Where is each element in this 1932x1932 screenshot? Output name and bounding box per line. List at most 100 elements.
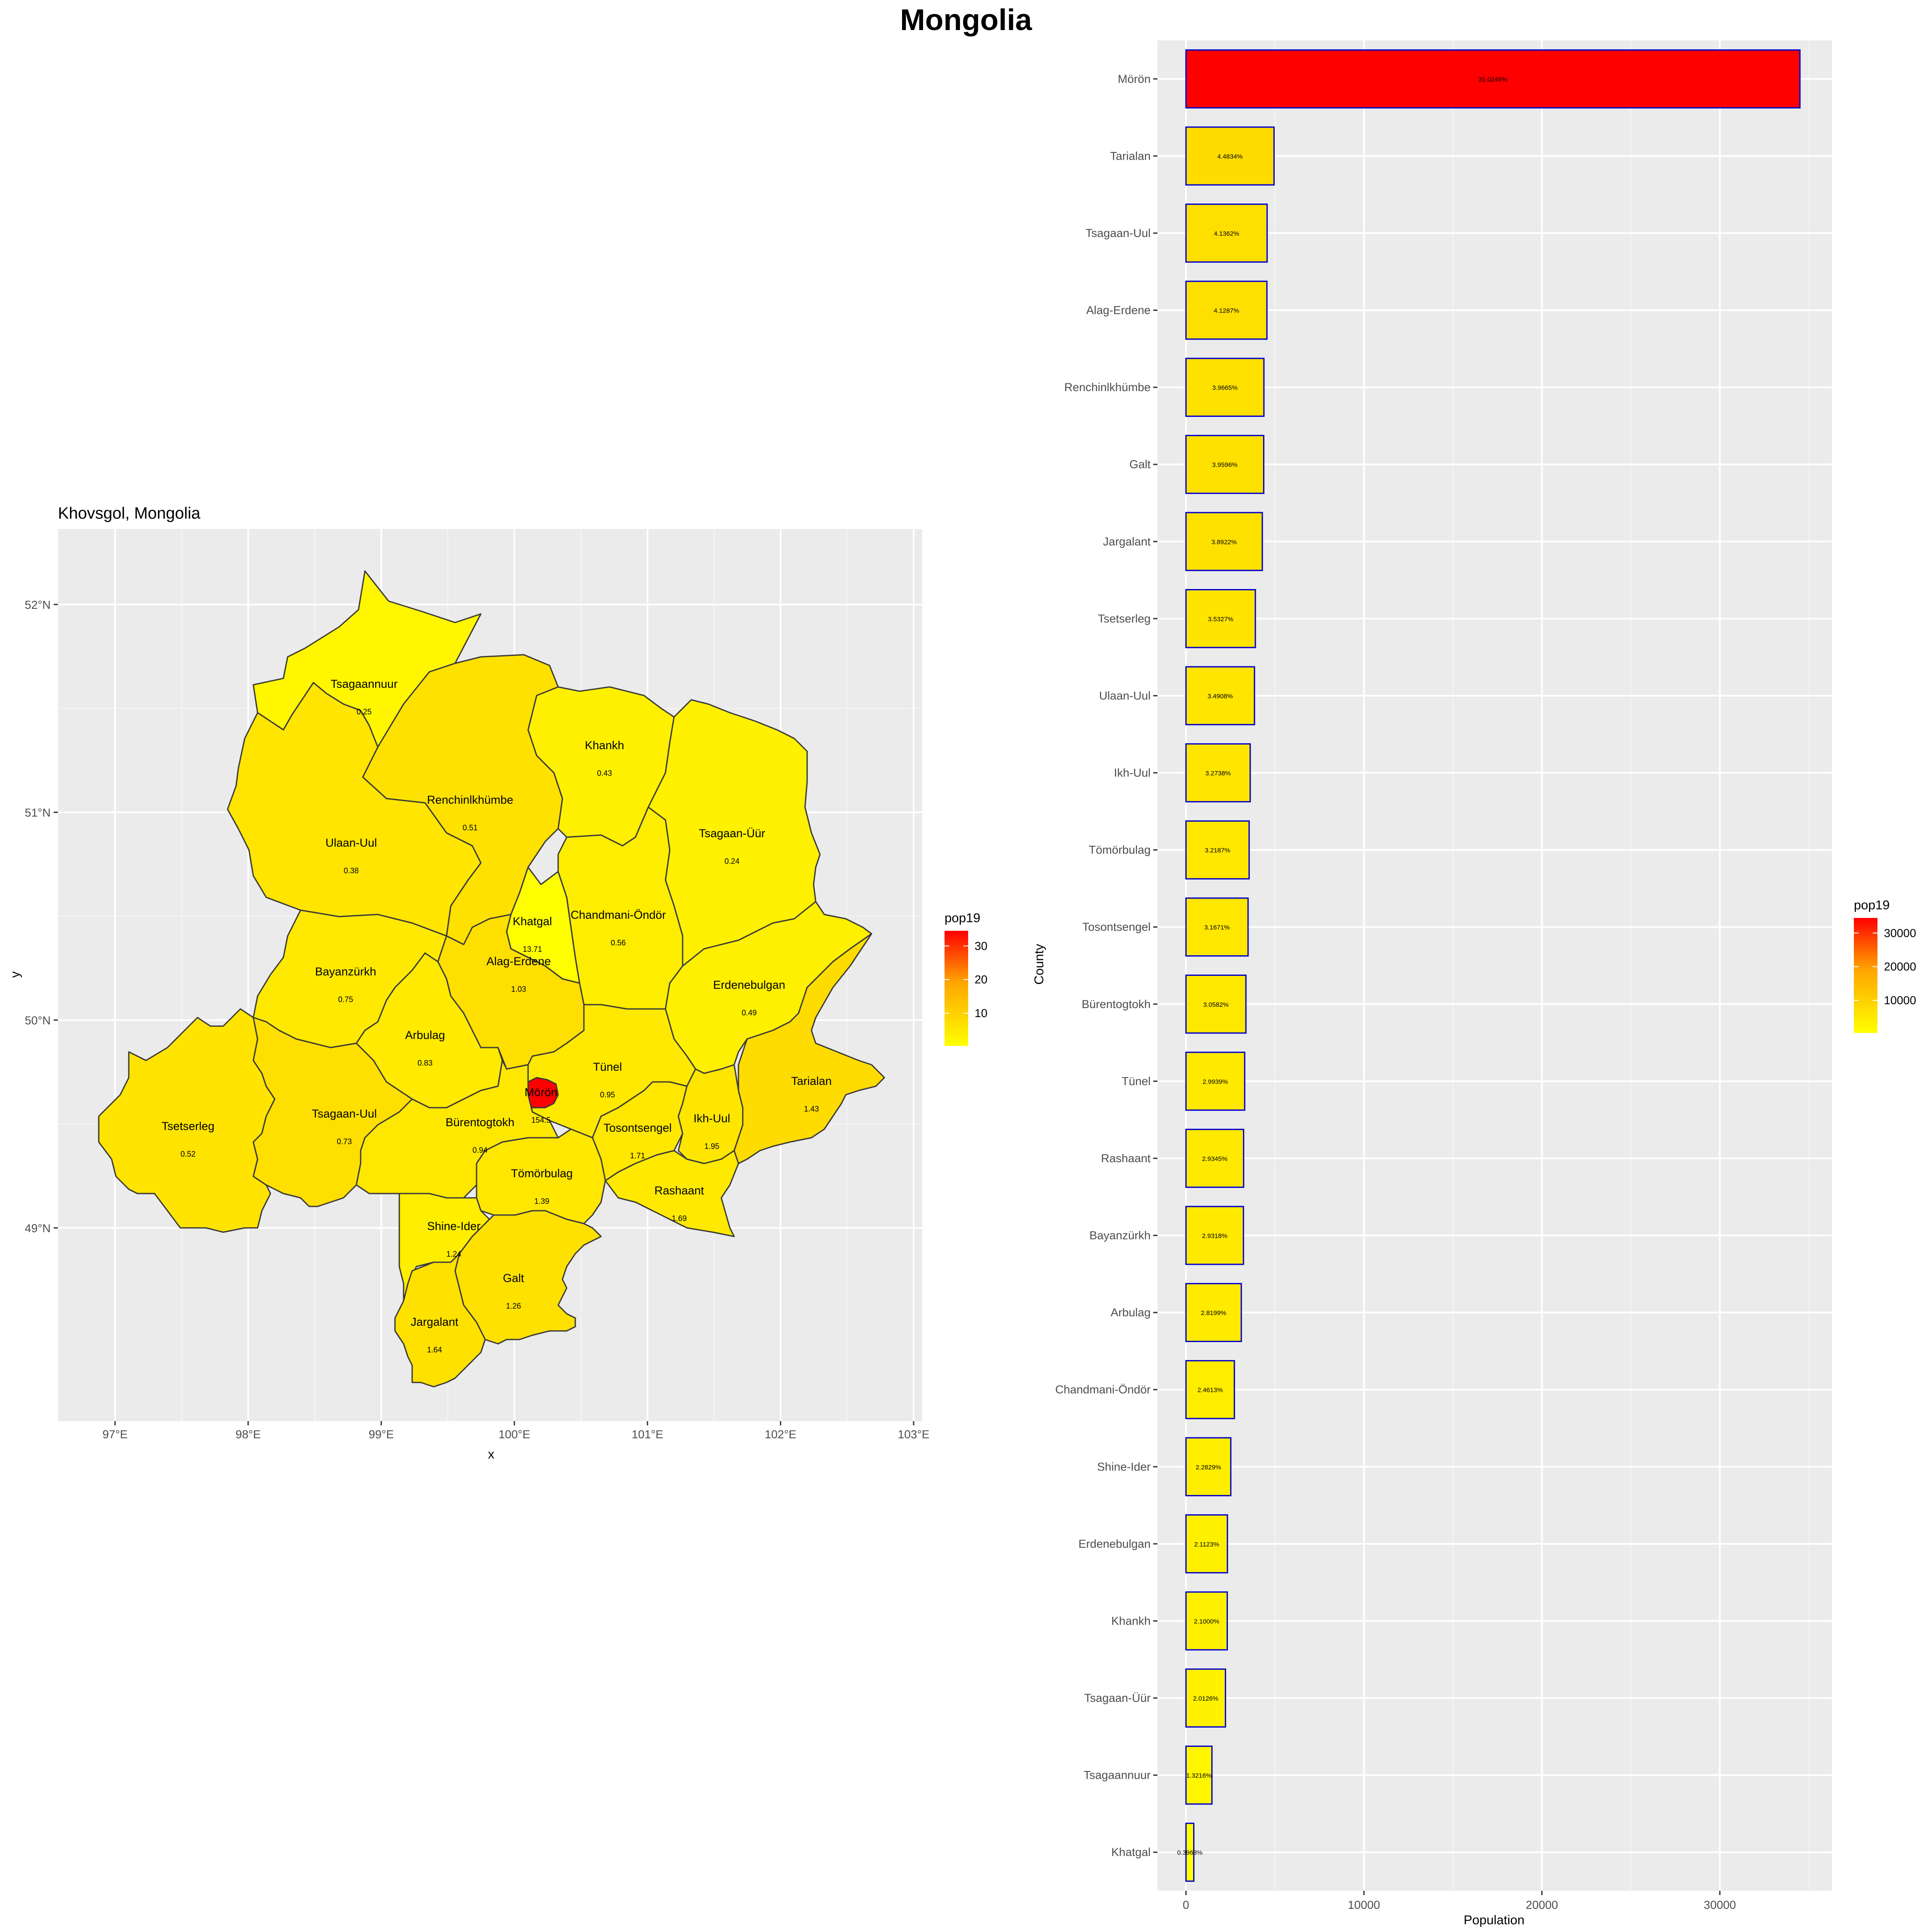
bar-x-tick-label: 20000 bbox=[1526, 1899, 1558, 1911]
map-region-value-label: 1.39 bbox=[534, 1197, 549, 1206]
map-region-value-label: 1.03 bbox=[511, 985, 526, 993]
map-x-tick-label: 98°E bbox=[236, 1428, 261, 1441]
map-x-tick-label: 103°E bbox=[898, 1428, 930, 1441]
bar-y-tick-label: Bayanzürkh bbox=[1089, 1229, 1151, 1242]
map-x-tick-label: 101°E bbox=[632, 1428, 663, 1441]
map-region-value-label: 1.71 bbox=[630, 1151, 645, 1160]
map-y-tick-label: 50°N bbox=[25, 1014, 51, 1027]
bar-data-label: 4.1287% bbox=[1214, 307, 1239, 315]
map-region-name-label: Tömörbulag bbox=[511, 1167, 573, 1180]
bar-legend-title: pop19 bbox=[1854, 898, 1889, 912]
bar-data-label: 3.2187% bbox=[1205, 847, 1230, 854]
map-region-value-label: 0.52 bbox=[180, 1150, 195, 1158]
bar-data-label: 1.3216% bbox=[1186, 1772, 1212, 1780]
map-region-name-label: Tsetserleg bbox=[161, 1120, 214, 1133]
map-region-name-label: Galt bbox=[503, 1272, 524, 1285]
bar-data-label: 2.1123% bbox=[1194, 1541, 1219, 1548]
map-legend-label: 30000 bbox=[975, 939, 987, 952]
map-title: Khovsgol, Mongolia bbox=[58, 504, 201, 522]
map-x-tick-label: 97°E bbox=[103, 1428, 128, 1441]
map-region-value-label: 0.75 bbox=[338, 995, 353, 1004]
map-legend-label: 20000 bbox=[975, 973, 987, 986]
map-y-tick-label: 51°N bbox=[25, 806, 51, 819]
map-chart: Khovsgol, Mongolia Tsagaannuur 0.25 Khankh… bbox=[8, 504, 987, 1461]
bar-data-label: 2.4613% bbox=[1197, 1387, 1223, 1394]
bar-y-axis-title: County bbox=[1032, 944, 1046, 984]
map-region-name-label: Shine-Ider bbox=[427, 1220, 481, 1233]
map-region-value-label: 0.24 bbox=[724, 857, 739, 866]
map-y-axis-title: y bbox=[8, 972, 22, 978]
bar-y-tick-label: Arbulag bbox=[1111, 1306, 1151, 1319]
bar-data-label: 3.5327% bbox=[1208, 616, 1233, 623]
bar-chart: 31.0245% 4.4834% 4.1362% 4.1287% 3.9665% 3.95… bbox=[1032, 40, 1916, 1927]
map-region-name-label: Mörön bbox=[525, 1086, 558, 1099]
map-region-value-label: 0.83 bbox=[417, 1059, 432, 1067]
map-region-name-label: Erdenebulgan bbox=[713, 978, 785, 991]
map-region-name-label: Arbulag bbox=[405, 1029, 445, 1042]
bar-data-label: 3.8922% bbox=[1212, 538, 1237, 546]
map-region-name-label: Tosontsengel bbox=[603, 1121, 671, 1134]
map-region-value-label: 1.43 bbox=[804, 1105, 819, 1113]
bar-x-axis-title: Population bbox=[1464, 1913, 1525, 1927]
bar-data-label: 0.3968% bbox=[1177, 1849, 1203, 1856]
bar-data-label: 2.2829% bbox=[1196, 1464, 1221, 1471]
bar-data-label: 4.4834% bbox=[1217, 153, 1242, 160]
bar-legend-colorbar bbox=[1854, 918, 1877, 1033]
map-region-value-label: 0.73 bbox=[337, 1137, 352, 1146]
map-x-tick-label: 99°E bbox=[369, 1428, 394, 1441]
map-x-tick-label: 100°E bbox=[498, 1428, 530, 1441]
map-legend-title: pop19 bbox=[945, 911, 980, 925]
map-region-value-label: 13.71 bbox=[522, 945, 542, 954]
map-legend: pop19 30000 20000 10000 bbox=[945, 911, 987, 1046]
bar-data-label: 2.9345% bbox=[1202, 1155, 1227, 1163]
map-region-value-label: 0.43 bbox=[597, 769, 612, 778]
map-region-value-label: 1.64 bbox=[427, 1346, 442, 1354]
bar-data-label: 3.2738% bbox=[1206, 770, 1231, 777]
map-region-value-label: 1.24 bbox=[446, 1250, 461, 1258]
map-region-name-label: Ulaan-Uul bbox=[325, 836, 377, 849]
bar-data-label: 2.8199% bbox=[1201, 1309, 1226, 1317]
map-region-name-label: Tsagaan-Uul bbox=[312, 1107, 377, 1120]
map-region-name-label: Tarialan bbox=[791, 1075, 832, 1088]
bar-data-label: 3.9665% bbox=[1212, 384, 1237, 392]
bar-y-tick-label: Tarialan bbox=[1110, 149, 1151, 162]
map-region-value-label: 0.25 bbox=[356, 708, 371, 716]
map-region-value-label: 0.56 bbox=[611, 939, 626, 947]
bar-data-label: 31.0245% bbox=[1479, 76, 1508, 83]
bar-legend: pop19 30000 20000 10000 bbox=[1854, 898, 1916, 1033]
map-region-name-label: Tsagaannuur bbox=[331, 677, 398, 690]
bar-x-axis: 0 10000 20000 30000 bbox=[1183, 1891, 1736, 1911]
map-y-axis: 52°N 51°N 50°N 49°N bbox=[25, 598, 58, 1235]
bar-data-label: 3.1671% bbox=[1204, 924, 1230, 931]
map-region-name-label: Bayanzürkh bbox=[315, 965, 377, 978]
map-region-name-label: Tünel bbox=[593, 1060, 622, 1073]
bar-y-tick-label: Galt bbox=[1129, 458, 1151, 471]
map-region-value-label: 1.95 bbox=[704, 1142, 719, 1151]
bar-data-label: 3.9596% bbox=[1212, 462, 1237, 469]
bar-y-tick-label: Tömörbulag bbox=[1089, 844, 1151, 857]
map-region-value-label: 1.69 bbox=[671, 1214, 687, 1223]
map-region-name-label: Chandmani-Öndör bbox=[571, 908, 666, 921]
map-region-value-label: 1.26 bbox=[506, 1302, 521, 1310]
bar-data-label: 2.1000% bbox=[1194, 1618, 1219, 1625]
bar-y-tick-label: Ikh-Uul bbox=[1114, 766, 1151, 779]
bar-y-tick-label: Ulaan-Uul bbox=[1099, 689, 1151, 702]
bar-y-tick-label: Alag-Erdene bbox=[1086, 304, 1151, 317]
map-x-axis: 97°E 98°E 99°E 100°E 101°E 102°E 103°E bbox=[103, 1421, 930, 1441]
map-region-value-label: 154.5 bbox=[531, 1116, 550, 1124]
bar-y-tick-label: Tsetserleg bbox=[1098, 612, 1151, 625]
bar-y-tick-label: Tünel bbox=[1121, 1075, 1151, 1088]
bar-y-tick-label: Mörön bbox=[1118, 73, 1151, 85]
map-legend-label: 10000 bbox=[975, 1007, 987, 1020]
bar-y-tick-label: Renchinlkhümbe bbox=[1064, 381, 1151, 394]
bar-y-tick-label: Shine-Ider bbox=[1097, 1460, 1151, 1473]
map-x-axis-title: x bbox=[488, 1447, 495, 1461]
map-region-name-label: Rashaant bbox=[654, 1184, 704, 1197]
map-region-name-label: Renchinlkhümbe bbox=[427, 793, 513, 806]
map-region-value-label: 0.95 bbox=[600, 1091, 615, 1099]
bar-y-axis: Mörön Tarialan Tsagaan-Uul Alag-Erdene Rench… bbox=[1055, 73, 1157, 1859]
map-region-name-label: Tsagaan-Üür bbox=[699, 827, 766, 840]
bar-data-label: 3.4908% bbox=[1208, 693, 1233, 700]
map-region-name-label: Jargalant bbox=[410, 1315, 459, 1328]
map-legend-colorbar bbox=[945, 931, 968, 1046]
